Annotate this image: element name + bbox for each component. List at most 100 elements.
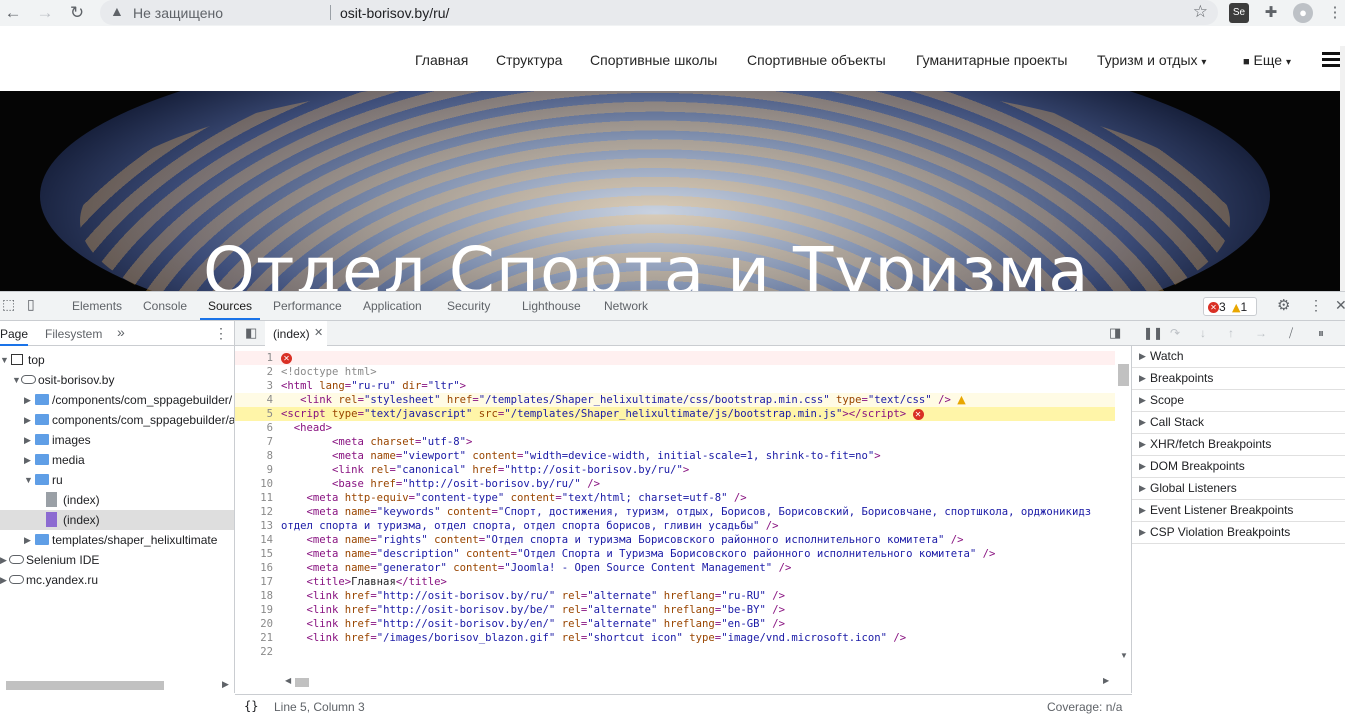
settings-gear-icon[interactable]: ⚙ (1277, 296, 1290, 314)
scrollbar-thumb[interactable] (6, 681, 164, 690)
line-number[interactable]: 12 (235, 505, 273, 519)
device-toolbar-icon[interactable]: ▯ (27, 296, 35, 313)
code-line[interactable]: 22 (235, 645, 1115, 659)
scrollbar-thumb[interactable] (295, 678, 309, 687)
more-tabs-icon[interactable]: » (117, 324, 125, 340)
nav-more[interactable]: ■ Еще ▾ (1243, 52, 1291, 68)
debugger-pane[interactable]: ▶ Global Listeners (1132, 478, 1345, 500)
collapsed-arrow-icon[interactable]: ▶ (24, 390, 31, 410)
line-number[interactable]: 6 (235, 421, 273, 435)
code-line[interactable]: 17 <title>Главная</title> (235, 575, 1115, 589)
collapsed-arrow-icon[interactable]: ▶ (24, 530, 31, 550)
tab-performance[interactable]: Performance (273, 299, 342, 313)
scroll-left-arrow-icon[interactable]: ◀ (285, 676, 291, 685)
editor-vertical-scrollbar[interactable]: ▼ (1117, 351, 1131, 663)
address-bar[interactable]: ▲ Не защищено osit-borisov.by/ru/ ☆ (100, 0, 1218, 25)
code-line[interactable]: 15 <meta name="description" content="Отд… (235, 547, 1115, 561)
line-number[interactable]: 9 (235, 463, 273, 477)
expanded-arrow-icon[interactable]: ▼ (24, 470, 33, 490)
line-number[interactable]: 16 (235, 561, 273, 575)
insecure-label[interactable]: Не защищено (133, 5, 223, 21)
code-line[interactable]: 13 отдел спорта и туризма, отдел спорта, … (235, 519, 1115, 533)
tab-elements[interactable]: Elements (72, 299, 122, 313)
close-tab-icon[interactable]: ✕ (314, 326, 323, 339)
debugger-pane[interactable]: ▶ CSP Violation Breakpoints (1132, 522, 1345, 544)
more-options-icon[interactable]: ⋮ (1309, 297, 1323, 314)
collapsed-arrow-icon[interactable]: ▶ (0, 550, 7, 570)
url-text[interactable]: osit-borisov.by/ru/ (340, 5, 449, 21)
expanded-arrow-icon[interactable]: ▼ (12, 370, 21, 390)
tree-item[interactable]: ▼ ru (0, 470, 234, 490)
tab-filesystem[interactable]: Filesystem (45, 327, 102, 341)
line-number[interactable]: 19 (235, 603, 273, 617)
scroll-right-arrow-icon[interactable]: ▶ (1103, 676, 1109, 685)
tree-item[interactable]: ▶ /components/com_sppagebuilder/ (0, 390, 234, 410)
tab-console[interactable]: Console (143, 299, 187, 313)
line-number[interactable]: 4 (235, 393, 273, 407)
tree-item[interactable]: ▶ Selenium IDE (0, 550, 234, 570)
nav-sport-schools[interactable]: Спортивные школы (590, 52, 717, 68)
debugger-pane[interactable]: ▶ Watch (1132, 346, 1345, 368)
nav-sport-objects[interactable]: Спортивные объекты (747, 52, 886, 68)
line-number[interactable]: 5 (235, 407, 273, 421)
scrollbar-thumb[interactable] (1118, 364, 1129, 386)
debugger-pane[interactable]: ▶ Scope (1132, 390, 1345, 412)
tab-lighthouse[interactable]: Lighthouse (522, 299, 581, 313)
debugger-pane[interactable]: ▶ Event Listener Breakpoints (1132, 500, 1345, 522)
tab-security[interactable]: Security (447, 299, 490, 313)
line-number[interactable]: 14 (235, 533, 273, 547)
tab-sources[interactable]: Sources (208, 299, 252, 313)
warning-icon[interactable]: ▲ (110, 3, 124, 19)
page-scrollbar[interactable] (1340, 46, 1345, 291)
collapsed-arrow-icon[interactable]: ▶ (24, 450, 31, 470)
step-into-icon[interactable]: ↓ (1200, 326, 1206, 340)
code-line[interactable]: 2 <!doctype html> (235, 365, 1115, 379)
tree-item[interactable]: (index) (0, 510, 234, 530)
extensions-puzzle-icon[interactable]: ✚ (1261, 3, 1281, 23)
pause-on-exceptions-icon[interactable]: ⏸ (1318, 326, 1324, 341)
tree-item[interactable]: ▼ osit-borisov.by (0, 370, 234, 390)
pause-icon[interactable]: ❚❚ (1143, 326, 1163, 340)
tab-application[interactable]: Application (363, 299, 422, 313)
code-line[interactable]: 21 <link href="/images/borisov_blazon.gi… (235, 631, 1115, 645)
line-number[interactable]: 3 (235, 379, 273, 393)
code-line[interactable]: 16 <meta name="generator" content="Jooml… (235, 561, 1115, 575)
selenium-extension-icon[interactable]: Se (1229, 3, 1249, 23)
navigator-menu-icon[interactable]: ⋮ (214, 325, 228, 342)
line-number[interactable]: 1 (235, 351, 273, 365)
back-icon[interactable]: ← (2, 2, 24, 24)
line-number[interactable]: 7 (235, 435, 273, 449)
tree-item[interactable]: (index) (0, 490, 234, 510)
scroll-right-arrow-icon[interactable]: ▶ (222, 679, 229, 690)
line-number[interactable]: 10 (235, 477, 273, 491)
code-line[interactable]: 7 <meta charset="utf-8"> (235, 435, 1115, 449)
nav-humanitarian-projects[interactable]: Гуманитарные проекты (916, 52, 1067, 68)
nav-tourism[interactable]: Туризм и отдых ▾ (1097, 52, 1206, 68)
code-line[interactable]: 12 <meta name="keywords" content="Спорт,… (235, 505, 1115, 519)
scroll-down-arrow-icon[interactable]: ▼ (1120, 651, 1128, 660)
step-over-icon[interactable]: ↷ (1170, 326, 1180, 340)
code-line[interactable]: 1 ✕ (235, 351, 1115, 365)
step-out-icon[interactable]: ↑ (1228, 326, 1234, 340)
code-line[interactable]: 20 <link href="http://osit-borisov.by/en… (235, 617, 1115, 631)
code-line[interactable]: 14 <meta name="rights" content="Отдел сп… (235, 533, 1115, 547)
tree-item[interactable]: ▼ top (0, 350, 234, 370)
line-number[interactable]: 18 (235, 589, 273, 603)
editor-tab-index[interactable]: (index) ✕ (265, 321, 327, 346)
debugger-pane[interactable]: ▶ Breakpoints (1132, 368, 1345, 390)
expanded-arrow-icon[interactable]: ▼ (0, 350, 9, 370)
line-number[interactable]: 13 (235, 519, 273, 533)
code-line[interactable]: 8 <meta name="viewport" content="width=d… (235, 449, 1115, 463)
code-line[interactable]: 18 <link href="http://osit-borisov.by/ru… (235, 589, 1115, 603)
line-number[interactable]: 20 (235, 617, 273, 631)
collapsed-arrow-icon[interactable]: ▶ (24, 430, 31, 450)
pretty-print-icon[interactable]: {} (244, 699, 258, 713)
line-number[interactable]: 2 (235, 365, 273, 379)
line-number[interactable]: 22 (235, 645, 273, 659)
line-number[interactable]: 11 (235, 491, 273, 505)
close-devtools-icon[interactable]: ✕ (1335, 297, 1345, 314)
code-line[interactable]: 3 <html lang="ru-ru" dir="ltr"> (235, 379, 1115, 393)
line-number[interactable]: 8 (235, 449, 273, 463)
code-line[interactable]: 10 <base href="http://osit-borisov.by/ru… (235, 477, 1115, 491)
editor-horizontal-scrollbar[interactable]: ◀ ▶ (285, 675, 1113, 689)
